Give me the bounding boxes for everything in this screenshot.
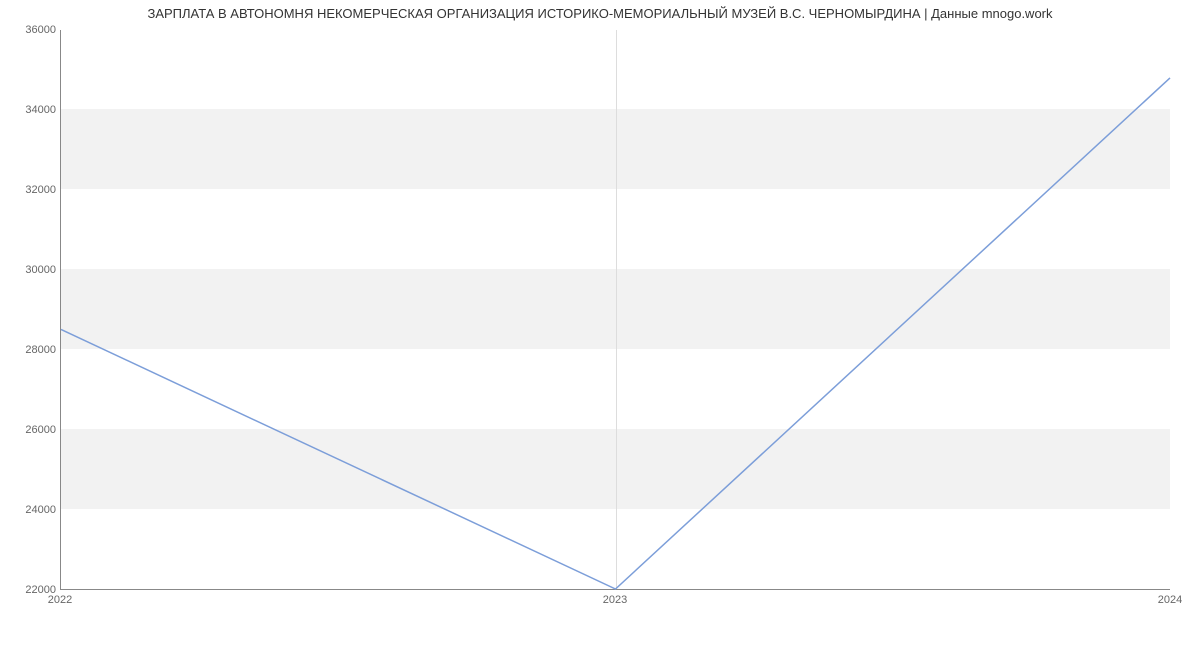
x-tick-label: 2023: [603, 594, 627, 606]
y-tick-label: 24000: [24, 504, 56, 516]
x-tick-label: 2024: [1158, 594, 1182, 606]
series-line: [61, 78, 1170, 589]
y-tick-label: 28000: [24, 344, 56, 356]
chart-title: ЗАРПЛАТА В АВТОНОМНЯ НЕКОМЕРЧЕСКАЯ ОРГАН…: [0, 6, 1200, 21]
plot-area: [60, 30, 1170, 590]
y-tick-label: 30000: [24, 264, 56, 276]
y-tick-label: 36000: [24, 24, 56, 36]
x-tick-label: 2022: [48, 594, 72, 606]
line-layer: [61, 30, 1170, 589]
y-tick-label: 26000: [24, 424, 56, 436]
salary-line-chart: ЗАРПЛАТА В АВТОНОМНЯ НЕКОМЕРЧЕСКАЯ ОРГАН…: [0, 0, 1200, 650]
y-tick-label: 32000: [24, 184, 56, 196]
y-tick-label: 34000: [24, 104, 56, 116]
